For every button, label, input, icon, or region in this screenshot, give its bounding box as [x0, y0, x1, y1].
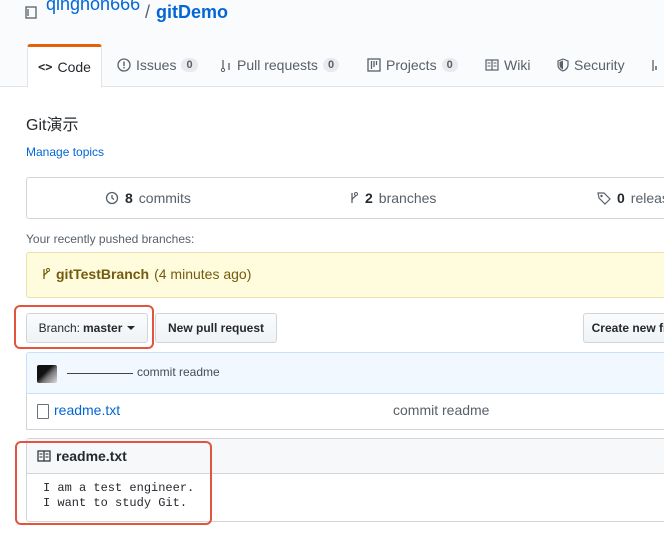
recent-branch-banner: gitTestBranch (4 minutes ago)	[26, 252, 664, 298]
project-icon	[367, 58, 381, 72]
branches-label: branches	[378, 190, 437, 206]
tab-wiki[interactable]: Wiki	[485, 44, 530, 86]
repo-owner-link[interactable]: qinghon666	[46, 0, 140, 15]
book-icon	[37, 450, 51, 462]
commit-author-redacted	[67, 373, 133, 374]
tab-pull-requests-label: Pull requests	[237, 57, 318, 73]
manage-topics-link[interactable]: Manage topics	[26, 145, 104, 159]
branches-count: 2	[365, 190, 373, 206]
branch-select-prefix: Branch:	[38, 321, 80, 335]
tab-issues-label: Issues	[136, 57, 177, 73]
recent-branch-entry: gitTestBranch (4 minutes ago)	[41, 266, 251, 282]
tag-icon	[597, 192, 611, 205]
recent-branch-time: (4 minutes ago)	[154, 266, 252, 282]
book-icon	[485, 59, 499, 71]
repo-separator: /	[145, 2, 151, 22]
repo-icon	[25, 6, 37, 19]
branch-select-value: master	[83, 321, 123, 335]
recent-branch-name[interactable]: gitTestBranch	[56, 266, 149, 282]
branch-select-button[interactable]: Branch: master	[26, 313, 148, 343]
releases-label: releases	[630, 190, 664, 206]
tab-security-label: Security	[574, 57, 625, 73]
readme-title: readme.txt	[37, 448, 127, 464]
readme-line: I am a test engineer.	[43, 481, 195, 495]
tab-security[interactable]: Security	[557, 44, 625, 86]
file-name-link[interactable]: readme.txt	[54, 402, 120, 418]
caret-down-icon	[127, 326, 136, 330]
repo-tab-bar: <> Code Issues 0 Pull requests 0 Project…	[0, 44, 664, 88]
latest-commit-message[interactable]: commit readme	[137, 365, 220, 379]
file-commit-message[interactable]: commit readme	[393, 402, 489, 418]
file-icon	[37, 404, 49, 419]
pull-request-icon	[220, 60, 230, 72]
readme-header: readme.txt	[27, 439, 664, 474]
latest-commit-bar: commit readme	[26, 352, 664, 394]
releases-link[interactable]: 0 releases	[597, 190, 664, 206]
readme-line: I want to study Git.	[43, 496, 188, 510]
recent-branches-label: Your recently pushed branches:	[26, 232, 195, 246]
pull-requests-counter: 0	[322, 58, 340, 72]
branches-link[interactable]: 2 branches	[349, 190, 436, 206]
history-icon	[105, 191, 119, 205]
commits-count: 8	[125, 190, 133, 206]
readme-content: I am a test engineer. I want to study Git…	[43, 481, 194, 511]
tab-projects-label: Projects	[386, 57, 437, 73]
readme-box: readme.txt I am a test engineer. I want t…	[26, 438, 664, 522]
tab-issues[interactable]: Issues 0	[117, 44, 198, 86]
new-pull-request-button[interactable]: New pull request	[155, 313, 277, 343]
tab-code-label: Code	[57, 59, 91, 75]
tab-insights[interactable]	[652, 44, 664, 86]
shield-icon	[557, 58, 569, 72]
projects-counter: 0	[441, 58, 458, 72]
branch-icon	[351, 192, 358, 203]
repo-name-link[interactable]: gitDemo	[156, 2, 228, 23]
branch-icon	[43, 268, 50, 279]
numbers-summary: 8 commits 2 branches 0 releases	[26, 177, 664, 219]
avatar[interactable]	[37, 365, 57, 383]
create-new-file-button[interactable]: Create new file	[583, 313, 664, 343]
releases-count: 0	[617, 190, 625, 206]
tab-projects[interactable]: Projects 0	[367, 44, 458, 86]
tab-wiki-label: Wiki	[504, 57, 531, 73]
issue-icon	[117, 58, 131, 72]
tab-pull-requests[interactable]: Pull requests 0	[220, 44, 340, 86]
commits-link[interactable]: 8 commits	[105, 190, 191, 206]
file-row: readme.txt commit readme	[26, 393, 664, 430]
repo-description: Git演示	[26, 117, 79, 134]
issues-counter: 0	[181, 58, 198, 72]
graph-icon	[652, 60, 657, 71]
commits-label: commits	[138, 190, 191, 206]
code-icon: <>	[38, 60, 53, 74]
tab-code[interactable]: <> Code	[27, 44, 102, 88]
readme-title-label: readme.txt	[56, 448, 127, 464]
